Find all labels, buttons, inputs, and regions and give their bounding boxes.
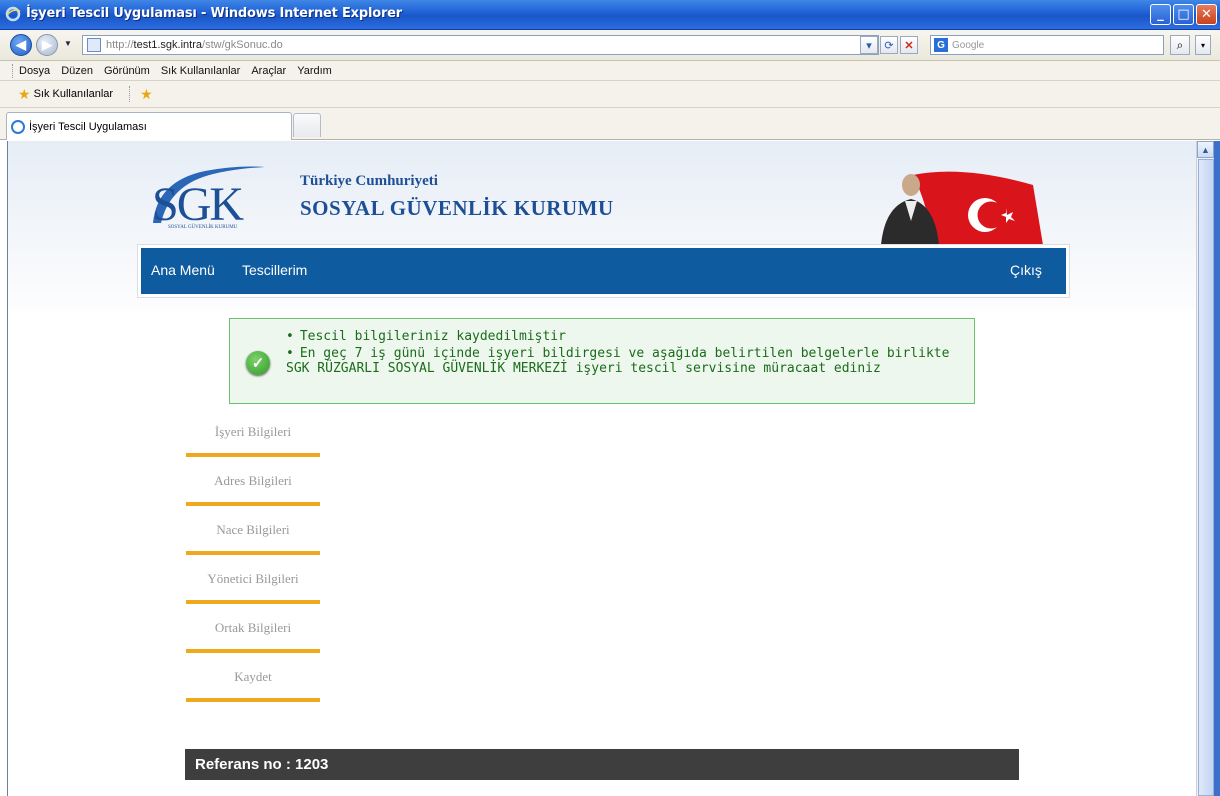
menu-edit[interactable]: Düzen [61,65,93,77]
step-label: İşyeri Bilgileri [214,424,292,439]
nav-logout-link[interactable]: Çıkış [1010,262,1042,278]
address-dropdown-button[interactable]: ▾ [860,36,878,54]
message-item: • Tescil bilgileriniz kaydedilmiştir [286,329,966,344]
favorites-button[interactable]: Sık Kullanılanlar [34,88,114,100]
scroll-thumb[interactable] [1198,159,1214,796]
arrow-left-icon: ◀ [16,37,26,52]
window-frame [1214,141,1220,796]
ie-logo-icon [5,6,21,22]
page-icon [87,38,101,52]
message-text: Tescil bilgileriniz kaydedilmiştir [299,329,566,344]
menu-bar: Dosya Düzen Görünüm Sık Kullanılanlar Ar… [0,61,1220,81]
tab-bar: İşyeri Tescil Uygulaması [0,108,1220,140]
step-address-info[interactable]: Adres Bilgileri [186,470,320,519]
favorites-star-icon: ★ [18,85,31,102]
reference-number-bar: Referans no : 1203 [185,749,1019,780]
success-message: ✓ • Tescil bilgileriniz kaydedilmiştir • E… [229,318,975,404]
window-title: İşyeri Tescil Uygulaması - Windows Inter… [26,6,402,21]
tab-active[interactable]: İşyeri Tescil Uygulaması [6,112,292,140]
step-underline [186,453,320,457]
step-save[interactable]: Kaydet [186,666,320,715]
message-text: En geç 7 iş günü içinde işyeri bildirges… [286,346,950,376]
step-label: Yönetici Bilgileri [207,571,299,586]
toolbar-grip [12,63,15,78]
step-nace-info[interactable]: Nace Bilgileri [186,519,320,568]
message-list: • Tescil bilgileriniz kaydedilmiştir • En … [286,329,966,378]
minimize-button[interactable]: _ [1150,4,1171,25]
step-label: Nace Bilgileri [216,522,290,537]
step-label: Kaydet [234,669,272,684]
stop-button[interactable]: ✕ [900,36,918,54]
step-underline [186,502,320,506]
step-underline [186,649,320,653]
step-workplace-info[interactable]: İşyeri Bilgileri [186,421,320,470]
url-scheme: http:// [106,39,134,51]
step-partner-info[interactable]: Ortak Bilgileri [186,617,320,666]
sgk-logo-subtext: SOSYAL GÜVENLİK KURUMU [168,225,238,230]
address-toolbar: ◀ ▶ ▼ http:// test1.sgk.intra /stw/gkSon… [0,30,1220,61]
toolbar-separator [129,86,131,102]
search-options-button[interactable]: ▾ [1195,35,1211,55]
search-button[interactable]: ⌕ [1170,35,1190,55]
nav-registrations-link[interactable]: Tescillerim [242,262,307,278]
search-placeholder: Google [952,39,985,51]
search-input[interactable]: G Google [930,35,1164,55]
menu-file[interactable]: Dosya [19,65,50,77]
favorites-bar: ★ Sık Kullanılanlar ★ [0,81,1220,108]
step-underline [186,551,320,555]
magnifier-icon: ⌕ [1176,37,1184,52]
forward-button[interactable]: ▶ [36,34,58,56]
site-header: SGK SOSYAL GÜVENLİK KURUMU Türkiye Cumhu… [8,141,1196,311]
bullet: • [286,329,294,344]
main-nav: Ana Menü Tescillerim Çıkış [138,245,1069,297]
recent-pages-dropdown-icon[interactable]: ▼ [64,39,72,48]
org-country: Türkiye Cumhuriyeti [300,173,438,189]
arrow-right-icon: ▶ [42,37,52,52]
org-name: SOSYAL GÜVENLİK KURUMU [300,196,614,220]
menu-view[interactable]: Görünüm [104,65,150,77]
new-tab-button[interactable] [293,113,321,137]
address-input[interactable]: http:// test1.sgk.intra /stw/gkSonuc.do [82,35,879,55]
ie-tab-icon [11,119,25,134]
tab-label: İşyeri Tescil Uygulaması [29,120,147,133]
nav-home-link[interactable]: Ana Menü [151,262,215,278]
bullet: • [286,346,294,361]
step-underline [186,600,320,604]
step-label: Adres Bilgileri [214,473,292,488]
url-host: test1.sgk.intra [133,39,203,51]
menu-help[interactable]: Yardım [297,65,332,77]
step-label: Ortak Bilgileri [214,620,292,635]
refresh-button[interactable]: ⟳ [880,36,898,54]
menu-favorites[interactable]: Sık Kullanılanlar [161,65,241,77]
message-item: • En geç 7 iş günü içinde işyeri bildirge… [286,346,966,376]
ataturk-flag-image [881,171,1043,245]
menu-tools[interactable]: Araçlar [251,65,286,77]
check-icon: ✓ [246,351,270,375]
add-favorite-icon[interactable]: ★ [140,86,153,103]
vertical-scrollbar[interactable]: ▲ [1196,141,1214,796]
google-icon: G [934,38,948,52]
wizard-steps: İşyeri Bilgileri Adres Bilgileri Nace Bi… [186,421,320,715]
page-viewport: SGK SOSYAL GÜVENLİK KURUMU Türkiye Cumhu… [7,141,1196,796]
scroll-up-icon[interactable]: ▲ [1197,141,1214,158]
back-button[interactable]: ◀ [10,34,32,56]
url-path: /stw/gkSonuc.do [202,39,283,51]
restore-button[interactable]: □ [1173,4,1194,25]
window-titlebar: İşyeri Tescil Uygulaması - Windows Inter… [0,0,1220,30]
step-manager-info[interactable]: Yönetici Bilgileri [186,568,320,617]
step-underline [186,698,320,702]
sgk-logo-text: SGK [152,178,244,231]
close-button[interactable]: ✕ [1196,4,1217,25]
